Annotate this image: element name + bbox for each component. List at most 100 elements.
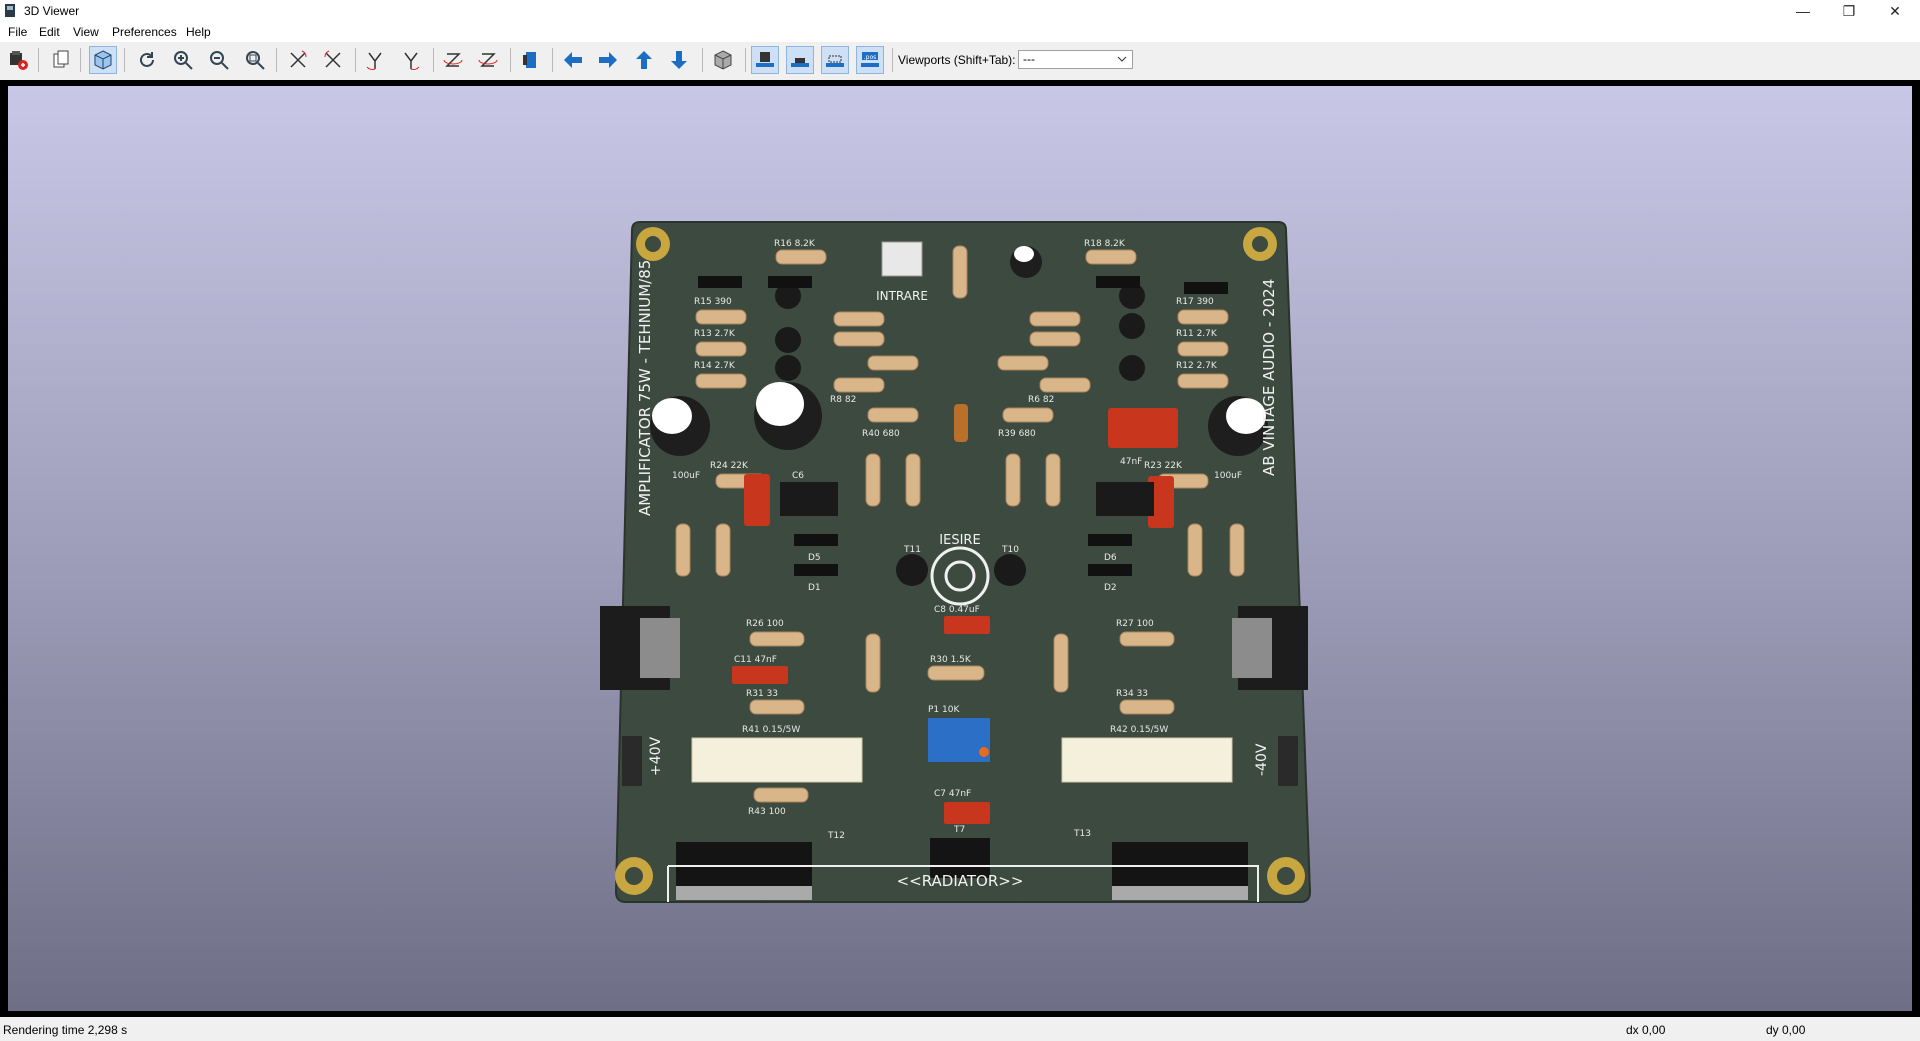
- rotate-y-ccw-button[interactable]: [398, 47, 424, 73]
- reload-icon: [140, 52, 154, 67]
- window-title: 3D Viewer: [24, 4, 80, 18]
- flip-board-button[interactable]: [518, 47, 544, 73]
- copy-icon: [53, 50, 69, 68]
- viewports-select[interactable]: ---: [1018, 50, 1133, 69]
- copy-button[interactable]: [48, 47, 74, 73]
- silk-label: R15 390: [694, 297, 732, 307]
- plus-supply-label: +40V: [648, 736, 664, 776]
- smd-button[interactable]: [786, 46, 814, 74]
- silk-label: R34 33: [1116, 689, 1148, 699]
- move-down-button[interactable]: [666, 47, 692, 73]
- silk-label: R41 0.15/5W: [742, 725, 800, 735]
- export-button[interactable]: [5, 47, 31, 73]
- radiator-label: <<RADIATOR>>: [897, 872, 1024, 890]
- menu-bar: File Edit View Preferences Help: [0, 22, 1920, 42]
- silk-label: C7 47nF: [934, 789, 971, 799]
- plus-supply-connector: [622, 736, 642, 786]
- silk-label: 100uF: [1214, 471, 1242, 481]
- rotate-z-cw-button[interactable]: [440, 47, 466, 73]
- rotate-x-cw-icon: [290, 50, 307, 68]
- rotate-y-cw-button[interactable]: [362, 47, 388, 73]
- move-left-button[interactable]: [560, 47, 586, 73]
- move-up-icon: [636, 51, 652, 69]
- zoom-out-button[interactable]: [206, 47, 232, 73]
- rotate-z-cw-icon: [443, 53, 463, 67]
- rotate-z-ccw-icon: [478, 53, 498, 67]
- silk-label: T12: [827, 831, 845, 841]
- silk-label: R17 390: [1176, 297, 1214, 307]
- reload-button[interactable]: [134, 47, 160, 73]
- rotate-x-ccw-button[interactable]: [320, 47, 346, 73]
- menu-preferences[interactable]: Preferences: [110, 25, 179, 39]
- move-down-icon: [671, 51, 687, 69]
- chevron-down-icon: [1117, 56, 1127, 62]
- smd-icon: [791, 58, 809, 67]
- silk-label: R11 2.7K: [1176, 329, 1218, 339]
- silk-label: D5: [808, 553, 821, 563]
- virtual-button[interactable]: [821, 46, 849, 74]
- silk-label: C11 47nF: [734, 655, 777, 665]
- menu-edit[interactable]: Edit: [37, 25, 62, 39]
- zoom-out-icon: [210, 51, 229, 70]
- rotate-x-cw-button[interactable]: [285, 47, 311, 73]
- minimize-button[interactable]: —: [1780, 0, 1826, 22]
- silk-label: R12 2.7K: [1176, 361, 1218, 371]
- silk-label: 100uF: [672, 471, 700, 481]
- silk-label: R13 2.7K: [694, 329, 736, 339]
- move-up-button[interactable]: [631, 47, 657, 73]
- rotate-x-ccw-icon: [324, 50, 341, 68]
- silk-label: R30 1.5K: [930, 655, 972, 665]
- menu-help[interactable]: Help: [184, 25, 213, 39]
- menu-view[interactable]: View: [71, 25, 101, 39]
- move-left-icon: [564, 52, 582, 68]
- silk-label: C6: [792, 471, 804, 481]
- silk-label: D1: [808, 583, 821, 593]
- silk-label: T11: [903, 545, 921, 555]
- silk-label: D2: [1104, 583, 1117, 593]
- svg-text:.pos: .pos: [864, 54, 877, 61]
- zoom-in-icon: [174, 51, 193, 70]
- silk-label: R8 82: [830, 395, 856, 405]
- title-bar: 3D Viewer — ❐ ✕: [0, 0, 1920, 22]
- not-in-pos-button[interactable]: .pos: [856, 46, 884, 74]
- zoom-fit-button[interactable]: [242, 47, 268, 73]
- minus-supply-label: -40V: [1254, 743, 1270, 776]
- ortho-button[interactable]: [710, 47, 736, 73]
- silk-label: R23 22K: [1144, 461, 1183, 471]
- silk-label: R6 82: [1028, 395, 1054, 405]
- silk-label: C8 0.47uF: [934, 605, 980, 615]
- move-right-button[interactable]: [595, 47, 621, 73]
- rotate-z-ccw-button[interactable]: [475, 47, 501, 73]
- silk-label: R26 100: [746, 619, 784, 629]
- silk-label: R27 100: [1116, 619, 1154, 629]
- maximize-button[interactable]: ❐: [1826, 0, 1872, 22]
- status-bar: Rendering time 2,298 s dx 0,00 dy 0,00: [0, 1017, 1920, 1041]
- silk-label: R40 680: [862, 429, 900, 439]
- export-icon: [10, 51, 28, 70]
- viewports-label: Viewports (Shift+Tab):: [898, 53, 1016, 67]
- menu-file[interactable]: File: [6, 25, 29, 39]
- zoom-fit-icon: [246, 51, 265, 70]
- board-title-left: AMPLIFICATOR 75W - TEHNIUM/85: [636, 260, 654, 516]
- silk-label: R42 0.15/5W: [1110, 725, 1168, 735]
- silk-label: D6: [1104, 553, 1117, 563]
- zoom-in-button[interactable]: [170, 47, 196, 73]
- through-hole-button[interactable]: [751, 46, 779, 74]
- view-3d-button[interactable]: [89, 46, 117, 74]
- dy-readout: dy 0,00: [1766, 1023, 1806, 1037]
- close-button[interactable]: ✕: [1872, 0, 1918, 22]
- ortho-icon: [714, 50, 732, 70]
- minus-supply-connector: [1278, 736, 1298, 786]
- silk-label: T7: [953, 825, 965, 835]
- silk-label: T13: [1073, 829, 1091, 839]
- pcb-render: AMPLIFICATOR 75W - TEHNIUM/85 AB VINTAGE…: [600, 221, 1312, 903]
- silk-label: T10: [1001, 545, 1019, 555]
- rotate-y-cw-icon: [366, 52, 382, 70]
- silk-label: R39 680: [998, 429, 1036, 439]
- dx-readout: dx 0,00: [1626, 1023, 1666, 1037]
- flip-board-icon: [523, 52, 536, 68]
- silk-label: R31 33: [746, 689, 778, 699]
- 3d-canvas[interactable]: AMPLIFICATOR 75W - TEHNIUM/85 AB VINTAGE…: [8, 86, 1912, 1011]
- input-connector: [881, 241, 923, 277]
- not-in-pos-icon: .pos: [861, 52, 879, 67]
